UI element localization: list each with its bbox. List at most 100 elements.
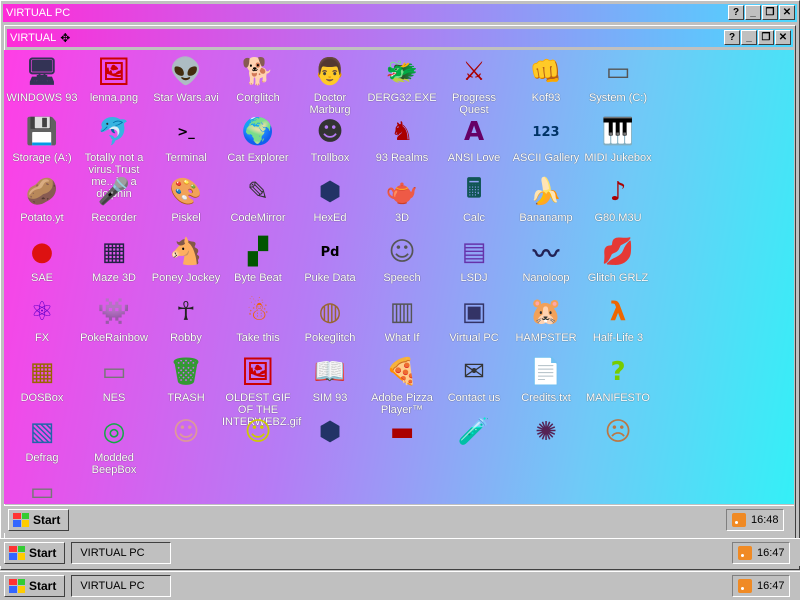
- desktop-icon[interactable]: ▦ DOSBox: [6, 356, 78, 404]
- inner-close-button[interactable]: ✕: [775, 30, 791, 45]
- desktop-icon[interactable]: 🍌 Bananamp: [510, 176, 582, 224]
- desktop-icon[interactable]: 🎹 MIDI Jukebox: [582, 116, 654, 164]
- desktop-icon[interactable]: 🌍 Cat Explorer: [222, 116, 294, 164]
- desktop-icon[interactable]: ⚛ FX: [6, 296, 78, 344]
- desktop-icon[interactable]: ✉ Contact us: [438, 356, 510, 404]
- desktop-icon[interactable]: 🐴 Poney Jockey: [150, 236, 222, 284]
- desktop-icon[interactable]: ☃ Take this: [222, 296, 294, 344]
- desktop-icon[interactable]: 🧪: [438, 416, 510, 452]
- desktop-icon[interactable]: 💋 Glitch GRLZ: [582, 236, 654, 284]
- desktop-icon[interactable]: 🐕 Corglitch: [222, 56, 294, 104]
- desktop-icon[interactable]: ▣ Virtual PC: [438, 296, 510, 344]
- windows-flag-icon: [13, 512, 29, 527]
- desktop-icon[interactable]: ◎ Modded BeepBox: [78, 416, 150, 476]
- rss-icon[interactable]: [732, 512, 746, 527]
- desktop-icon[interactable]: ▧ Defrag: [6, 416, 78, 464]
- outer-close-button[interactable]: ✕: [779, 5, 795, 20]
- piano-icon: 🎹: [601, 117, 635, 147]
- outer-restore-button[interactable]: ❐: [762, 5, 778, 20]
- desktop-icon[interactable]: ✺: [510, 416, 582, 452]
- outer-title-bar[interactable]: VIRTUAL PC ? _ ❐ ✕: [3, 4, 797, 22]
- desktop-icon[interactable]: 🎨 Piskel: [150, 176, 222, 224]
- desktop-icon[interactable]: ☺ Speech: [366, 236, 438, 284]
- palette-icon: 🎨: [169, 177, 203, 207]
- desktop-icon[interactable]: ▭: [6, 476, 78, 504]
- desktop-icon[interactable]: 🖼 lenna.png: [78, 56, 150, 104]
- desktop-icon[interactable]: ⬢: [294, 416, 366, 452]
- desktop-icon[interactable]: 📄 Credits.txt: [510, 356, 582, 404]
- desktop-icon-label: CodeMirror: [230, 212, 286, 224]
- desktop-icon[interactable]: 💾 Storage (A:): [6, 116, 78, 164]
- desktop-icon[interactable]: ☹: [582, 416, 654, 452]
- desktop-icon[interactable]: ☥ Robby: [150, 296, 222, 344]
- desktop-icon-label: Nanoloop: [522, 272, 570, 284]
- desktop-icon[interactable]: 👾 PokeRainbow: [78, 296, 150, 344]
- desktop-icon[interactable]: A ANSI Love: [438, 116, 510, 164]
- outer-help-button[interactable]: ?: [728, 5, 744, 20]
- inner-title-bar[interactable]: VIRTUAL ✥ ? _ ❐ ✕: [7, 29, 793, 47]
- desktop-icon[interactable]: ▞ Byte Beat: [222, 236, 294, 284]
- yoda-icon: 👽: [169, 57, 203, 87]
- hamster-icon: 🐹: [529, 297, 563, 327]
- desktop-icon-label: ASCII Gallery: [512, 152, 580, 164]
- desktop-icon[interactable]: 123 ASCII Gallery: [510, 116, 582, 165]
- desktop-icon[interactable]: 🥔 Potato.yt: [6, 176, 78, 224]
- desktop-icon[interactable]: ☺: [222, 416, 294, 452]
- desktop-icon[interactable]: 🫖 3D: [366, 176, 438, 224]
- desktop-icon[interactable]: 👽 Star Wars.avi: [150, 56, 222, 104]
- desktop-icon[interactable]: 👊 Kof93: [510, 56, 582, 104]
- desktop-icon[interactable]: 👨 Doctor Marburg: [294, 56, 366, 116]
- task-button-virtual-pc[interactable]: VIRTUAL PC: [71, 541, 172, 564]
- maze-icon: ▦: [101, 237, 127, 267]
- desktop-icon[interactable]: ▤ LSDJ: [438, 236, 510, 284]
- defrag-icon: ▧: [29, 417, 55, 447]
- desktop-icon-label: Half-Life 3: [592, 332, 644, 344]
- rss-icon[interactable]: [738, 545, 752, 560]
- desktop-icon[interactable]: 🎤 Recorder: [78, 176, 150, 224]
- desktop-icon[interactable]: ⚔ Progress Quest: [438, 56, 510, 116]
- desktop-icon[interactable]: 🐹 HAMPSTER: [510, 296, 582, 344]
- desktop-icon[interactable]: 🐲 DERG32.EXE: [366, 56, 438, 104]
- task-button-virtual-pc[interactable]: VIRTUAL PC: [71, 574, 172, 597]
- desktop-icon-label: SAE: [30, 272, 53, 284]
- desktop-icon[interactable]: ? MANIFESTO: [582, 356, 654, 404]
- start-button[interactable]: Start: [8, 508, 70, 531]
- inner-help-button[interactable]: ?: [724, 30, 740, 45]
- desktop-icon[interactable]: λ Half-Life 3: [582, 296, 654, 344]
- desktop-icon[interactable]: ☺: [150, 416, 222, 452]
- desktop-icon[interactable]: 🖩 Calc: [438, 174, 510, 224]
- start-button[interactable]: Start: [4, 574, 66, 597]
- doctor-icon: 👨: [313, 57, 347, 87]
- desktop-icon[interactable]: Pd Puke Data: [294, 236, 366, 285]
- desktop-icon[interactable]: ♪ G80.M3U: [582, 176, 654, 224]
- floppy-drive-icon: 💾: [25, 117, 59, 147]
- text-file-icon: 📄: [529, 357, 563, 387]
- desktop-icon[interactable]: ☻ Trollbox: [294, 116, 366, 164]
- desktop-icon[interactable]: ▭ System (C:): [582, 56, 654, 104]
- rss-icon[interactable]: [738, 578, 752, 593]
- desktop-icon[interactable]: 🖥 WINDOWS 93: [6, 56, 78, 104]
- desktop-icon[interactable]: ▦ Maze 3D: [78, 236, 150, 284]
- inner-minimize-button[interactable]: _: [741, 30, 757, 45]
- desktop-icon[interactable]: ▥ What If: [366, 296, 438, 344]
- desktop-icon[interactable]: ✎ CodeMirror: [222, 176, 294, 224]
- inner-restore-button[interactable]: ❐: [758, 30, 774, 45]
- desktop-icon[interactable]: 🍕 Adobe Pizza Player™: [366, 356, 438, 416]
- desktop-icon[interactable]: ▬: [366, 416, 438, 452]
- desktop-icon[interactable]: 🗑 TRASH: [150, 356, 222, 404]
- outer-minimize-button[interactable]: _: [745, 5, 761, 20]
- desktop-icon[interactable]: ◍ Pokegl⁠itch: [294, 296, 366, 344]
- desktop-icon[interactable]: ▭ NES: [78, 356, 150, 404]
- desktop-icon-label: Corglitch: [236, 92, 280, 104]
- start-button[interactable]: Start: [4, 541, 66, 564]
- taskbar-outer: Start VIRTUAL PC 16:47: [0, 571, 800, 599]
- desktop-icon[interactable]: ● SAE: [6, 236, 78, 284]
- desktop-icon-label: LSDJ: [460, 272, 488, 284]
- desktop-icon[interactable]: 📖 SIM 93: [294, 356, 366, 404]
- checker-ball-icon: ●: [30, 237, 54, 267]
- dosbox-icon: ▦: [29, 357, 55, 387]
- desktop-icon[interactable]: ♞ 93 Realms: [366, 116, 438, 164]
- desktop-icon[interactable]: 〰 Nanoloop: [510, 236, 582, 285]
- desktop-icon[interactable]: >_ Terminal: [150, 116, 222, 165]
- desktop-icon[interactable]: ⬢ HexEd: [294, 176, 366, 224]
